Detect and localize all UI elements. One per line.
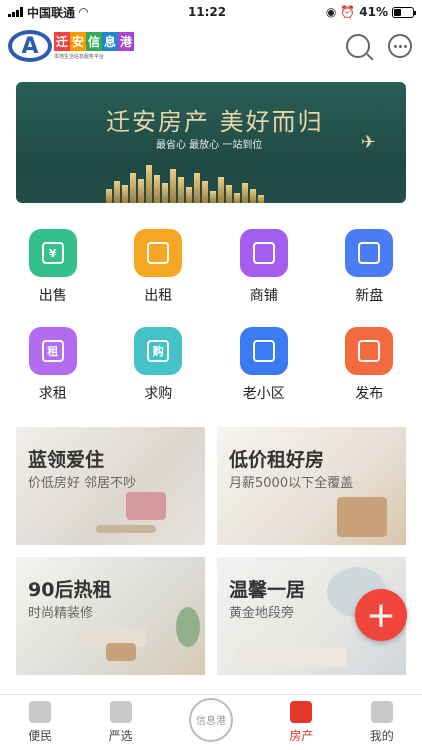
tab-4[interactable]: 我的	[370, 701, 394, 744]
category-item[interactable]: 新盘	[317, 229, 422, 305]
battery-icon	[392, 6, 416, 18]
ticket-icon: ¥	[28, 229, 77, 277]
logo-title: 迁安信息港	[53, 32, 134, 51]
card-subtitle: 时尚精装修	[28, 606, 94, 621]
tab-1[interactable]: 严选	[109, 701, 133, 744]
bird-icon: ✈	[360, 132, 376, 153]
logo-char: 信	[85, 32, 102, 51]
suitcase-icon	[134, 229, 183, 277]
building-icon	[239, 229, 288, 277]
category-item[interactable]: ¥ 出售	[0, 229, 106, 305]
select-icon	[109, 701, 132, 723]
category-grid: ¥ 出售 出租 商铺 新盘租求租购求购 老小区 发布	[0, 203, 422, 403]
house-icon	[239, 327, 288, 375]
promo-card-90s[interactable]: 90后热租 时尚精装修	[16, 557, 205, 675]
document-icon	[345, 229, 394, 277]
card-subtitle: 价低房好 邻居不吵	[28, 476, 137, 491]
tab-label: 严选	[108, 729, 133, 743]
signal-icon	[8, 7, 23, 17]
rent-icon: 租	[28, 327, 77, 375]
category-label: 求购	[144, 386, 173, 402]
category-label: 新盘	[355, 288, 384, 304]
card-subtitle: 月薪5000以下全覆盖	[229, 476, 354, 491]
logo-char: 安	[69, 32, 86, 51]
search-icon[interactable]	[346, 34, 370, 58]
promo-card-low-price[interactable]: 低价租好房 月薪5000以下全覆盖	[217, 427, 406, 545]
card-title: 90后热租	[28, 579, 112, 601]
tab-3[interactable]: 房产	[289, 701, 313, 744]
tab-label: 房产	[289, 729, 314, 743]
buy-icon: 购	[134, 327, 183, 375]
card-title: 蓝领爱住	[28, 449, 105, 471]
message-icon[interactable]	[388, 34, 412, 58]
logo-char: 息	[101, 32, 118, 51]
alarm-icon: ⏰	[340, 5, 356, 19]
category-item[interactable]: 出租	[106, 229, 212, 305]
category-label: 出租	[144, 288, 173, 304]
category-label: 商铺	[249, 288, 278, 304]
logo-char: 迁	[53, 32, 70, 51]
card-title: 低价租好房	[229, 449, 325, 471]
category-label: 老小区	[242, 386, 285, 402]
card-subtitle: 黄金地段旁	[229, 606, 295, 621]
wifi-icon: ◠	[79, 5, 89, 19]
logo-tagline: 本地生活信息服务平台	[53, 54, 104, 60]
logo-char: 港	[117, 32, 134, 51]
banner[interactable]: 迁安房产 美好而归 最省心 最放心 一站到位 ✈	[16, 82, 406, 203]
skyline-illustration	[106, 163, 376, 203]
tab-label: 便民	[28, 729, 53, 743]
tab-0[interactable]: 便民	[28, 701, 52, 744]
banner-title: 迁安房产 美好而归	[106, 108, 324, 136]
category-item[interactable]: 老小区	[211, 327, 317, 403]
battery-label: 41%	[359, 5, 388, 19]
tab-label: 我的	[369, 729, 394, 743]
category-item[interactable]: 租求租	[0, 327, 106, 403]
carrier-label: 中国联通	[27, 5, 76, 20]
tab-2[interactable]: 信息港	[188, 697, 233, 742]
house-icon	[290, 701, 313, 723]
category-label: 求租	[38, 386, 67, 402]
header: A 迁安信息港 本地生活信息服务平台	[0, 24, 422, 68]
tab-bar: 便民 严选 信息港房产 我的	[0, 694, 422, 750]
logo-mark: A	[8, 30, 52, 62]
publish-icon	[345, 327, 394, 375]
category-label: 发布	[355, 386, 384, 402]
add-button[interactable]: +	[355, 589, 407, 641]
app-logo[interactable]: A 迁安信息港 本地生活信息服务平台	[8, 29, 134, 63]
card-title: 温馨一居	[229, 579, 306, 601]
category-item[interactable]: 发布	[317, 327, 422, 403]
profile-icon	[370, 701, 393, 723]
convenience-icon	[29, 701, 52, 723]
lock-icon: ◉	[325, 5, 337, 19]
promo-cards: 蓝领爱住 价低房好 邻居不吵 低价租好房 月薪5000以下全覆盖 90后热租 时…	[0, 403, 422, 675]
category-label: 出售	[38, 288, 67, 304]
category-item[interactable]: 商铺	[211, 229, 317, 305]
time-label: 11:22	[187, 5, 227, 19]
center-icon: 信息港	[188, 697, 233, 742]
banner-subtitle: 最省心 最放心 一站到位	[156, 140, 263, 151]
promo-card-blue-collar[interactable]: 蓝领爱住 价低房好 邻居不吵	[16, 427, 205, 545]
category-item[interactable]: 购求购	[106, 327, 212, 403]
status-bar: 中国联通 ◠ 11:22 ◉ ⏰ 41%	[0, 0, 422, 24]
